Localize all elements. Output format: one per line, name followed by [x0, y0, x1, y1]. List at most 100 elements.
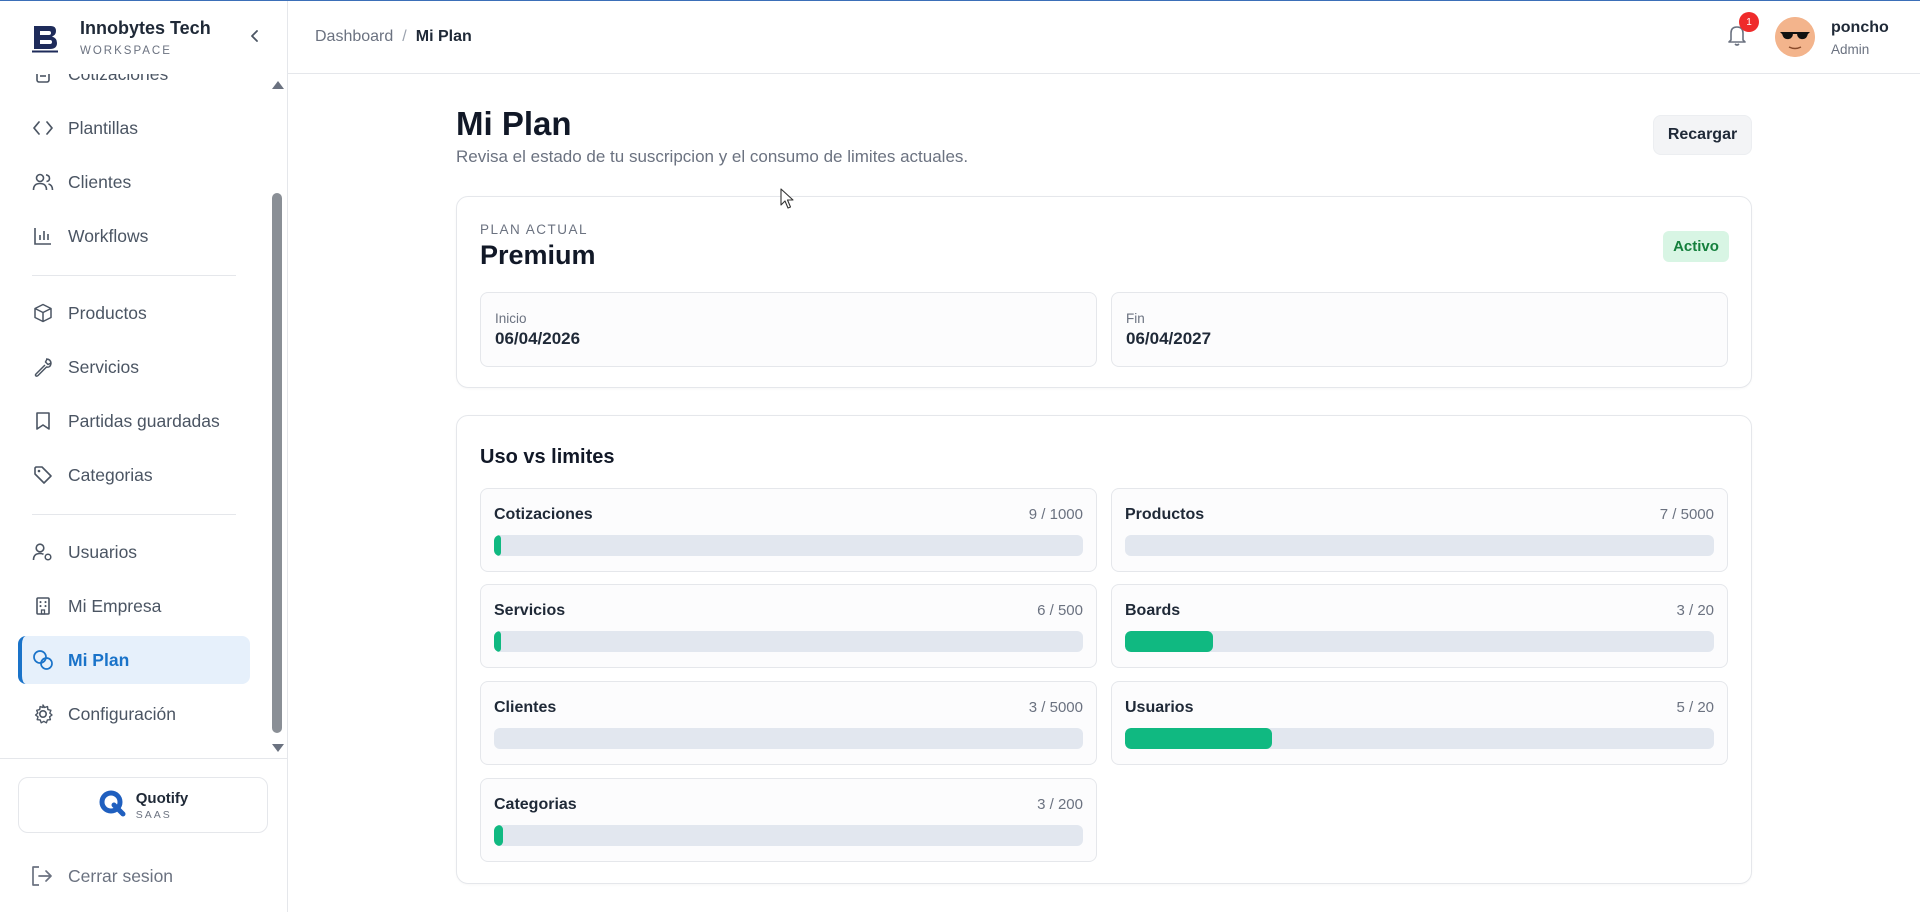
- collapse-sidebar-button[interactable]: [244, 25, 266, 47]
- user-gear-icon: [32, 541, 54, 563]
- usage-count: 7 / 5000: [1659, 506, 1714, 523]
- users-icon: [32, 171, 54, 193]
- chevron-left-icon: [251, 30, 258, 42]
- sidebar-item-label: Clientes: [68, 171, 132, 192]
- sidebar-divider: [32, 275, 236, 276]
- logout-button[interactable]: Cerrar sesion: [30, 861, 173, 891]
- usage-label: Usuarios: [1125, 699, 1194, 716]
- usage-label: Productos: [1125, 506, 1205, 523]
- usage-progress-fill: [494, 825, 503, 846]
- usage-item-categorias: Categorias 3 / 200: [480, 778, 1097, 862]
- user-role: Admin: [1831, 42, 1870, 57]
- usage-progress-fill: [1125, 631, 1214, 652]
- sidebar-divider: [32, 514, 236, 515]
- usage-count: 3 / 200: [1037, 796, 1083, 813]
- usage-count: 3 / 20: [1676, 602, 1714, 619]
- usage-progress-track: [1125, 728, 1714, 749]
- app-subtitle: SAAS: [135, 808, 172, 821]
- app-switcher-card[interactable]: Quotify SAAS: [18, 777, 268, 833]
- start-label: Inicio: [495, 311, 527, 326]
- usage-count: 9 / 1000: [1028, 506, 1083, 523]
- topbar: Dashboard / Mi Plan 1 poncho Admin: [288, 1, 1920, 74]
- usage-item-usuarios: Usuarios 5 / 20: [1111, 681, 1728, 765]
- page-subtitle: Revisa el estado de tu suscripcion y el …: [456, 147, 969, 166]
- sidebar-item-clientes[interactable]: Clientes: [18, 158, 250, 206]
- sidebar-item-label: Servicios: [68, 356, 139, 377]
- usage-count: 6 / 500: [1037, 602, 1083, 619]
- sidebar-item-label: Workflows: [68, 225, 149, 246]
- sidebar-item-label: Cotizaciones: [68, 74, 168, 85]
- sidebar-item-label: Mi Empresa: [68, 595, 162, 616]
- end-date: 06/04/2027: [1126, 329, 1212, 348]
- sidebar-item-mi-empresa[interactable]: Mi Empresa: [18, 582, 250, 630]
- breadcrumb-separator: /: [402, 28, 407, 45]
- brand-logo: [30, 23, 60, 53]
- sidebar-item-mi-plan[interactable]: Mi Plan: [18, 636, 250, 684]
- gear-icon: [32, 703, 54, 725]
- usage-item-servicios: Servicios 6 / 500: [480, 584, 1097, 668]
- quotify-logo-icon: [98, 789, 126, 822]
- usage-progress-track: [494, 728, 1083, 749]
- sidebar-item-configuracion[interactable]: Configuración: [18, 690, 250, 738]
- sidebar: Innobytes Tech WORKSPACE Cotizaciones Pl…: [0, 1, 288, 912]
- building-icon: [32, 595, 54, 617]
- wrench-icon: [32, 356, 54, 378]
- avatar[interactable]: [1775, 17, 1815, 57]
- sidebar-item-servicios[interactable]: Servicios: [18, 343, 250, 391]
- usage-item-boards: Boards 3 / 20: [1111, 584, 1728, 668]
- usage-card: Uso vs limites Cotizaciones 9 / 1000 Pro…: [456, 415, 1752, 884]
- bookmark-icon: [32, 410, 54, 432]
- breadcrumb: Dashboard / Mi Plan: [315, 28, 472, 46]
- reload-button[interactable]: Recargar: [1653, 115, 1752, 155]
- sidebar-footer: Quotify SAAS Cerrar sesion: [0, 758, 288, 886]
- usage-label: Categorias: [494, 796, 577, 813]
- usage-label: Cotizaciones: [494, 506, 593, 523]
- usage-label: Clientes: [494, 699, 557, 716]
- logout-icon: [30, 865, 54, 887]
- tag-icon: [32, 464, 54, 486]
- box-icon: [32, 302, 54, 324]
- scroll-up-arrow[interactable]: [272, 81, 284, 89]
- user-name: poncho: [1831, 19, 1889, 36]
- sidebar-nav: Cotizaciones Plantillas Clientes Workflo…: [0, 74, 288, 759]
- mouse-cursor-icon: [780, 188, 794, 215]
- usage-count: 3 / 5000: [1028, 699, 1083, 716]
- usage-progress-track: [494, 631, 1083, 652]
- logout-label: Cerrar sesion: [68, 865, 174, 886]
- end-label: Fin: [1126, 311, 1145, 326]
- usage-title: Uso vs limites: [480, 446, 615, 468]
- sidebar-item-partidas-guardadas[interactable]: Partidas guardadas: [18, 397, 250, 445]
- sidebar-item-label: Plantillas: [68, 117, 139, 138]
- brand-header: Innobytes Tech WORKSPACE: [0, 1, 288, 74]
- brand-name: Innobytes Tech: [80, 18, 211, 38]
- status-badge: Activo: [1663, 231, 1729, 262]
- sidebar-item-categorias[interactable]: Categorias: [18, 451, 250, 499]
- sidebar-item-label: Configuración: [68, 703, 176, 724]
- sidebar-item-productos[interactable]: Productos: [18, 289, 250, 337]
- usage-label: Boards: [1125, 602, 1181, 619]
- plan-name: Premium: [480, 240, 596, 270]
- usage-progress-track: [494, 825, 1083, 846]
- breadcrumb-current: Mi Plan: [415, 28, 472, 45]
- breadcrumb-dashboard[interactable]: Dashboard: [315, 28, 393, 46]
- sidebar-item-usuarios[interactable]: Usuarios: [18, 528, 250, 576]
- sidebar-item-plantillas[interactable]: Plantillas: [18, 104, 250, 152]
- plan-label: PLAN ACTUAL: [480, 222, 589, 237]
- page-title: Mi Plan: [456, 105, 572, 142]
- usage-progress-fill: [494, 631, 502, 652]
- usage-item-clientes: Clientes 3 / 5000: [480, 681, 1097, 765]
- sidebar-item-label: Usuarios: [68, 541, 138, 562]
- document-icon: [32, 74, 54, 85]
- scroll-down-arrow[interactable]: [272, 744, 284, 752]
- sidebar-item-cotizaciones[interactable]: Cotizaciones: [18, 74, 250, 98]
- usage-progress-fill: [494, 535, 501, 556]
- sidebar-item-label: Partidas guardadas: [68, 410, 220, 431]
- usage-item-cotizaciones: Cotizaciones 9 / 1000: [480, 488, 1097, 572]
- plan-end-box: Fin 06/04/2027: [1111, 292, 1728, 367]
- sidebar-scrollbar-thumb[interactable]: [272, 193, 282, 733]
- usage-count: 5 / 20: [1676, 699, 1714, 716]
- notification-count-badge: 1: [1739, 12, 1759, 32]
- bar-chart-icon: [32, 225, 54, 247]
- sidebar-item-workflows[interactable]: Workflows: [18, 212, 250, 260]
- current-plan-card: PLAN ACTUAL Premium Activo Inicio 06/04/…: [456, 196, 1752, 388]
